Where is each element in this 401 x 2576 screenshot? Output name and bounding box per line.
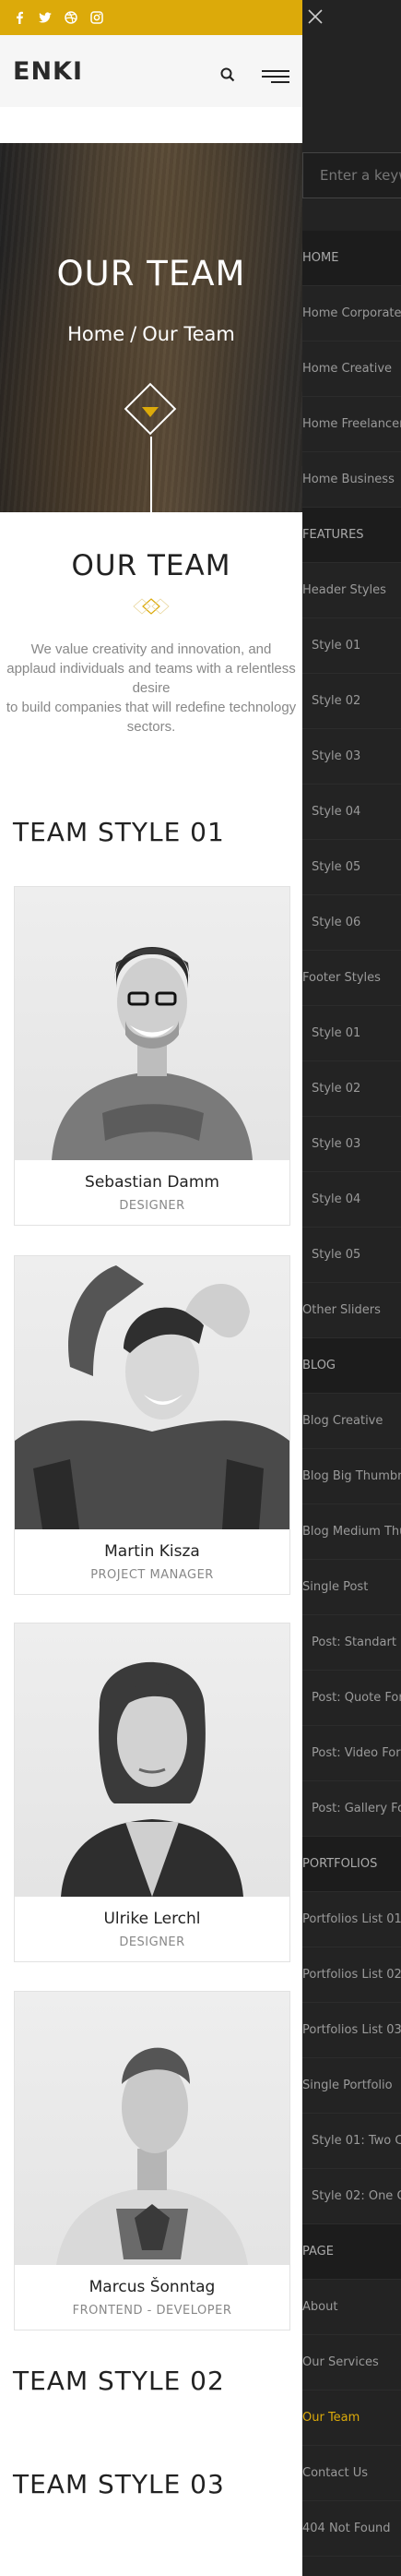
menu-item-portfolios-list-01[interactable]: Portfolios List 01: [302, 1892, 401, 1947]
team-member-card[interactable]: Marcus Šonntag FRONTEND - DEVELOPER: [14, 1991, 290, 2330]
dribbble-icon[interactable]: [65, 11, 77, 24]
member-photo: [15, 887, 289, 1160]
menu-section-portfolios[interactable]: PORTFOLIOS: [302, 1837, 401, 1892]
member-name: Ulrike Lerchl: [103, 1910, 201, 1928]
menu-item-our-services[interactable]: Our Services: [302, 2335, 401, 2390]
description-line: desire: [132, 680, 171, 696]
close-icon[interactable]: [306, 7, 324, 26]
member-role: DESIGNER: [119, 1935, 185, 1949]
menu-section-blog[interactable]: BLOG: [302, 1338, 401, 1394]
menu-item-style-01[interactable]: Style 01: [302, 1006, 401, 1061]
menu-item-style-01-two-columns[interactable]: Style 01: Two Columns: [302, 2114, 401, 2169]
member-name: Sebastian Damm: [85, 1173, 219, 1192]
menu-item-blog-big-thumbnail[interactable]: Blog Big Thumbnail: [302, 1449, 401, 1504]
menu-item-post-standart-format[interactable]: Post: Standart Format: [302, 1615, 401, 1671]
menu-item-style-04[interactable]: Style 04: [302, 1172, 401, 1228]
menu-item-portfolios-list-02[interactable]: Portfolios List 02: [302, 1947, 401, 2003]
menu-item-portfolios-list-03[interactable]: Portfolios List 03: [302, 2003, 401, 2058]
menu-section-home[interactable]: HOME: [302, 231, 401, 286]
team-member-card[interactable]: Sebastian Damm DESIGNER: [14, 886, 290, 1226]
team-member-card[interactable]: Ulrike Lerchl DESIGNER: [14, 1623, 290, 1962]
menu-item-style-03[interactable]: Style 03: [302, 1117, 401, 1172]
menu-item-single-portfolio[interactable]: Single Portfolio: [302, 2058, 401, 2114]
member-name: Martin Kisza: [104, 1542, 200, 1561]
diamond-ornament-icon: [133, 598, 170, 615]
twitter-icon[interactable]: [39, 11, 52, 24]
menu-item-other-sliders[interactable]: Other Sliders: [302, 1283, 401, 1338]
side-search-box: [302, 152, 401, 198]
menu-item-style-02[interactable]: Style 02: [302, 674, 401, 729]
facebook-icon[interactable]: [13, 11, 26, 24]
menu-item-404-not-found[interactable]: 404 Not Found: [302, 2501, 401, 2557]
main-page: ENKI OUR TEAM Home / Our Team OUR TEAM We …: [0, 0, 302, 2576]
menu-item-style-01[interactable]: Style 01: [302, 618, 401, 674]
member-role: DESIGNER: [119, 1199, 185, 1213]
team-style-02-title: TEAM STYLE 02: [13, 2366, 225, 2396]
menu-item-style-02[interactable]: Style 02: [302, 1061, 401, 1117]
menu-item-style-05[interactable]: Style 05: [302, 1228, 401, 1283]
member-role: FRONTEND - DEVELOPER: [72, 2304, 232, 2318]
hero-title: OUR TEAM: [56, 254, 246, 294]
member-name: Marcus Šonntag: [88, 2278, 216, 2296]
menu-item-home-business[interactable]: Home Business: [302, 452, 401, 508]
side-navigation: HOMEHome CorporateHome CreativeHome Free…: [302, 0, 401, 2576]
member-photo: [15, 1256, 289, 1529]
team-style-03-title: TEAM STYLE 03: [13, 2469, 225, 2499]
menu-item-post-video-format[interactable]: Post: Video Format: [302, 1726, 401, 1781]
logo-text: ENKI: [13, 57, 84, 86]
menu-item-our-team[interactable]: Our Team: [302, 2390, 401, 2446]
menu-item-blog-creative[interactable]: Blog Creative: [302, 1394, 401, 1449]
menu-item-home-creative[interactable]: Home Creative: [302, 341, 401, 397]
menu-item-home-corporate[interactable]: Home Corporate: [302, 286, 401, 341]
menu-section-features[interactable]: FEATURES: [302, 508, 401, 563]
hamburger-menu-icon[interactable]: [262, 66, 289, 83]
description-line: We value creativity and innovation, and: [30, 641, 272, 657]
divider-line: [150, 437, 152, 512]
menu-item-post-quote-format[interactable]: Post: Quote Format: [302, 1671, 401, 1726]
search-icon[interactable]: [220, 67, 235, 86]
breadcrumb-current: Our Team: [142, 323, 235, 345]
menu-item-contact-us[interactable]: Contact Us: [302, 2446, 401, 2501]
site-header: ENKI: [0, 35, 302, 107]
menu-item-about[interactable]: About: [302, 2280, 401, 2335]
section-description: We value creativity and innovation, and …: [0, 640, 302, 737]
menu-item-style-03[interactable]: Style 03: [302, 729, 401, 785]
member-photo: [15, 1992, 289, 2265]
social-topbar: [0, 0, 302, 35]
menu-item-header-styles[interactable]: Header Styles: [302, 563, 401, 618]
site-logo[interactable]: ENKI: [13, 57, 83, 86]
breadcrumb-home-link[interactable]: Home: [67, 323, 124, 345]
menu-item-style-05[interactable]: Style 05: [302, 840, 401, 895]
description-line: to build companies that will redefine te…: [6, 700, 297, 715]
menu-section-page[interactable]: PAGE: [302, 2224, 401, 2280]
team-style-01-title: TEAM STYLE 01: [13, 817, 225, 847]
section-title: OUR TEAM: [71, 549, 231, 582]
description-line: sectors.: [126, 719, 176, 735]
menu-item-post-gallery-format[interactable]: Post: Gallery Format: [302, 1781, 401, 1837]
menu-item-footer-styles[interactable]: Footer Styles: [302, 951, 401, 1006]
side-search-input[interactable]: [303, 153, 401, 198]
menu-item-blog-medium-thumbnail[interactable]: Blog Medium Thumbnail: [302, 1504, 401, 1560]
menu-item-style-02-one-column[interactable]: Style 02: One Column: [302, 2169, 401, 2224]
description-line: applaud individuals and teams with a rel…: [6, 661, 296, 677]
instagram-icon[interactable]: [90, 11, 103, 24]
menu-item-style-04[interactable]: Style 04: [302, 785, 401, 840]
breadcrumb-separator: /: [130, 323, 137, 345]
breadcrumb: Home / Our Team: [0, 323, 302, 345]
menu-item-single-post[interactable]: Single Post: [302, 1560, 401, 1615]
menu-item-style-06[interactable]: Style 06: [302, 895, 401, 951]
menu-item-home-freelancer[interactable]: Home Freelancer: [302, 397, 401, 452]
member-photo: [15, 1623, 289, 1897]
team-member-card[interactable]: Martin Kisza PROJECT MANAGER: [14, 1255, 290, 1595]
member-role: PROJECT MANAGER: [90, 1568, 214, 1582]
triangle-down-icon[interactable]: [142, 407, 159, 417]
hero-banner: OUR TEAM Home / Our Team: [0, 143, 302, 512]
